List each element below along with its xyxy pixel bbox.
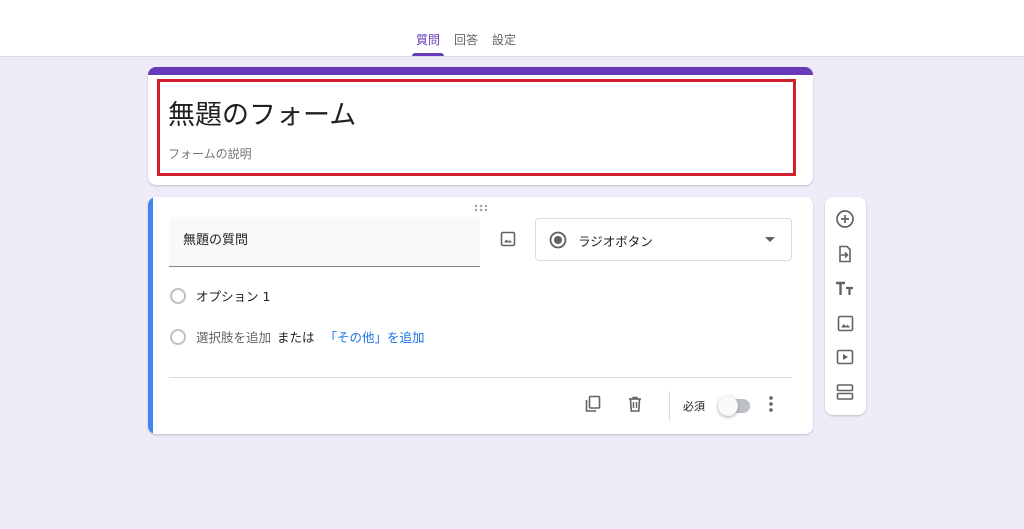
accent-top-border [148, 67, 813, 75]
drag-handle-icon[interactable] [474, 204, 488, 212]
required-label: 必須 [683, 400, 705, 413]
add-question-icon [836, 210, 854, 228]
required-toggle[interactable] [718, 396, 750, 416]
form-title-input[interactable]: 無題のフォーム [168, 93, 356, 132]
active-question-indicator [148, 197, 153, 434]
toggle-knob [718, 396, 738, 416]
radio-empty-icon [170, 328, 186, 345]
add-image-side-button[interactable] [834, 312, 856, 334]
radio-button-icon [549, 231, 567, 249]
add-image-icon [837, 315, 853, 331]
delete-button[interactable] [624, 393, 646, 415]
add-section-icon [836, 384, 854, 400]
tab-responses[interactable]: 回答 [454, 32, 478, 54]
add-option-row: 選択肢を追加 または 「その他」を追加 [170, 327, 425, 346]
footer-vertical-divider [669, 391, 670, 421]
add-option-button[interactable]: 選択肢を追加 [196, 327, 271, 346]
question-type-dropdown[interactable]: ラジオボタン [535, 218, 792, 261]
form-title-card[interactable]: 無題のフォーム フォームの説明 [148, 67, 813, 185]
question-title-input[interactable]: 無題の質問 [169, 217, 480, 267]
option-row: オプション 1 [170, 286, 270, 305]
more-options-button[interactable] [760, 393, 782, 415]
import-questions-button[interactable] [834, 243, 856, 265]
tab-bar: 質問 回答 設定 [411, 32, 530, 56]
add-title-button[interactable] [834, 278, 856, 300]
more-vert-icon [769, 396, 773, 412]
question-type-label: ラジオボタン [578, 234, 653, 249]
add-title-icon [836, 281, 853, 295]
top-bar: 質問 回答 設定 [0, 0, 1024, 57]
tab-settings[interactable]: 設定 [492, 32, 516, 54]
add-image-button[interactable] [497, 228, 519, 250]
duplicate-button[interactable] [582, 393, 604, 415]
copy-icon [585, 395, 601, 412]
option-1-label[interactable]: オプション 1 [196, 286, 270, 305]
add-section-button[interactable] [834, 381, 856, 403]
import-questions-icon [839, 245, 851, 263]
footer-divider [169, 377, 792, 378]
image-icon [500, 231, 516, 247]
add-other-button[interactable]: 「その他」を追加 [325, 327, 425, 346]
form-description-input[interactable]: フォームの説明 [168, 145, 252, 162]
floating-toolbar [825, 197, 866, 415]
radio-empty-icon [170, 287, 186, 304]
trash-icon [629, 396, 641, 412]
add-video-icon [836, 349, 854, 365]
add-question-button[interactable] [834, 208, 856, 230]
dropdown-arrow-icon [765, 237, 775, 242]
or-text: または [277, 330, 315, 345]
add-video-button[interactable] [834, 346, 856, 368]
tab-questions[interactable]: 質問 [411, 32, 445, 56]
